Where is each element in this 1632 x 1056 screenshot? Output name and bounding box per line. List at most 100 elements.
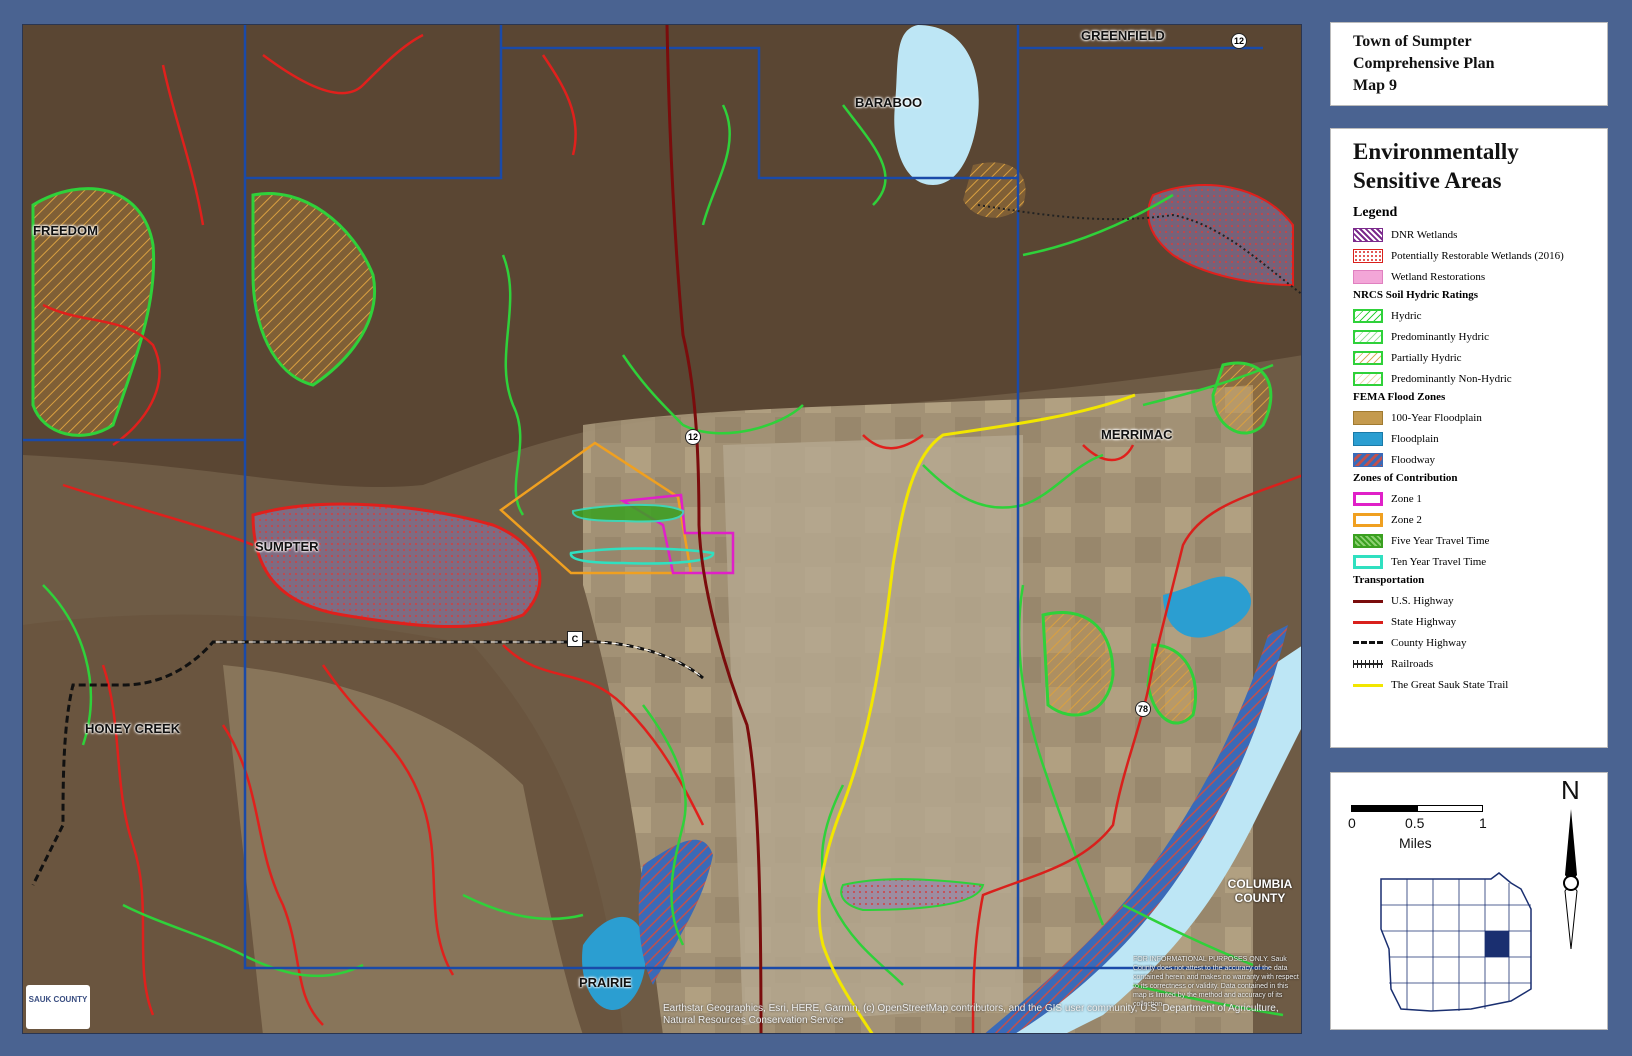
legend-item-railroads: Railroads <box>1353 653 1607 674</box>
north-arrow-icon <box>1563 809 1579 949</box>
legend-label: The Great Sauk State Trail <box>1391 678 1509 691</box>
locator-map <box>1380 872 1532 1012</box>
legend-label: Predominantly Hydric <box>1391 330 1490 343</box>
legend-label: Potentially Restorable Wetlands (2016) <box>1391 249 1564 262</box>
map-title-line3: Map 9 <box>1353 77 1397 94</box>
legend-item-hydric: Hydric <box>1353 305 1607 326</box>
legend-label: DNR Wetlands <box>1391 228 1458 241</box>
north-label: N <box>1561 775 1580 805</box>
hatch-merrimac-east <box>1211 361 1273 435</box>
map-canvas[interactable]: GREENFIELD BARABOO FREEDOM SUMPTER MERRI… <box>22 24 1302 1034</box>
place-label-sumpter: SUMPTER <box>255 539 319 554</box>
legend-item-100-year-floodplain: 100-Year Floodplain <box>1353 407 1607 428</box>
legend-label: County Highway <box>1391 636 1467 649</box>
hatch-baraboo-south <box>963 162 1026 218</box>
legend-group-nrcs: NRCS Soil Hydric Ratings <box>1353 289 1478 301</box>
floodplain-100-swatch <box>1353 410 1383 425</box>
route-shield-78: 78 <box>1135 701 1151 717</box>
state-highway-swatch <box>1353 615 1383 629</box>
legend-label: Wetland Restorations <box>1391 270 1486 283</box>
county-label-line1: COLUMBIA <box>1227 877 1293 891</box>
trail-swatch <box>1353 678 1383 692</box>
hydric-swatch <box>1353 308 1383 323</box>
legend-item-five-year: Five Year Travel Time <box>1353 530 1607 551</box>
ten-year-swatch <box>1353 554 1383 569</box>
predominantly-non-hydric-swatch <box>1353 371 1383 386</box>
scale-unit: Miles <box>1399 835 1432 851</box>
wetland-restoration-swatch <box>1353 269 1383 284</box>
sumpter-highlight <box>1485 931 1509 957</box>
map-title-line1: Town of Sumpter <box>1353 33 1472 50</box>
scale-bar <box>1351 805 1483 812</box>
scale-label-1: 1 <box>1479 815 1487 831</box>
route-shield-12-north: 12 <box>1231 33 1247 49</box>
legend-item-partially-hydric: Partially Hydric <box>1353 347 1607 368</box>
legend-item-ten-year: Ten Year Travel Time <box>1353 551 1607 572</box>
legend-item-dnr-wetlands: DNR Wetlands <box>1353 224 1607 245</box>
five-year-travel <box>572 503 685 523</box>
legend-label: Railroads <box>1391 657 1434 670</box>
legend-label: Hydric <box>1391 309 1422 322</box>
legend-label: Floodway <box>1391 453 1435 466</box>
scale-label-half: 0.5 <box>1405 815 1425 831</box>
legend-item-great-sauk-trail: The Great Sauk State Trail <box>1353 674 1607 695</box>
legend-label: U.S. Highway <box>1391 594 1454 607</box>
predominantly-hydric-swatch <box>1353 329 1383 344</box>
legend-item-floodway: Floodway <box>1353 449 1607 470</box>
place-label-greenfield: GREENFIELD <box>1081 28 1165 43</box>
floodway-swatch <box>1353 452 1383 467</box>
map-graphics <box>23 25 1301 1033</box>
partially-hydric-swatch <box>1353 350 1383 365</box>
legend-label: State Highway <box>1391 615 1457 628</box>
zone2-swatch <box>1353 512 1383 527</box>
legend-item-us-highway: U.S. Highway <box>1353 590 1607 611</box>
place-label-prairie: PRAIRIE <box>579 975 632 990</box>
scale-label-0: 0 <box>1348 815 1356 831</box>
legend-heading-line1: Environmentally <box>1353 139 1519 164</box>
floodplain-swatch <box>1353 431 1383 446</box>
legend-label: Partially Hydric <box>1391 351 1462 364</box>
county-label-line2: COUNTY <box>1234 891 1286 905</box>
dnr-wetland-swatch <box>1353 227 1383 242</box>
legend-item-wetland-restorations: Wetland Restorations <box>1353 266 1607 287</box>
place-label-honey-creek: HONEY CREEK <box>85 721 181 736</box>
restorable-wetland-swatch <box>1353 248 1383 263</box>
legend-group-zones: Zones of Contribution <box>1353 472 1458 484</box>
legend-label: Floodplain <box>1391 432 1439 445</box>
five-year-swatch <box>1353 533 1383 548</box>
route-shield-c: C <box>567 631 583 647</box>
map-title-line2: Comprehensive Plan <box>1353 55 1495 72</box>
legend-item-floodplain: Floodplain <box>1353 428 1607 449</box>
legend-item-zone-2: Zone 2 <box>1353 509 1607 530</box>
place-label-freedom: FREEDOM <box>33 223 98 238</box>
legend-item-state-highway: State Highway <box>1353 611 1607 632</box>
legend-label: Zone 2 <box>1391 513 1422 526</box>
legend-item-predominantly-hydric: Predominantly Hydric <box>1353 326 1607 347</box>
legend-group-fema: FEMA Flood Zones <box>1353 391 1446 403</box>
legend-label: Ten Year Travel Time <box>1391 555 1487 568</box>
place-label-baraboo: BARABOO <box>855 95 923 110</box>
legend-heading-line2: Sensitive Areas <box>1353 168 1502 193</box>
legend-panel: Environmentally Sensitive Areas Legend D… <box>1330 128 1608 748</box>
zone1-swatch <box>1353 491 1383 506</box>
legend-item-predominantly-non-hydric: Predominantly Non-Hydric <box>1353 368 1607 389</box>
map-attribution: Earthstar Geographics, Esri, HERE, Garmi… <box>663 1003 1279 1026</box>
legend-heading: Environmentally Sensitive Areas <box>1353 137 1607 195</box>
us-highway-swatch <box>1353 594 1383 608</box>
legend-label: Five Year Travel Time <box>1391 534 1490 547</box>
sauk-county-logo: SAUK COUNTY <box>26 985 90 1029</box>
place-label-merrimac: MERRIMAC <box>1101 427 1173 442</box>
railroad-swatch <box>1353 657 1383 671</box>
county-highway-swatch <box>1353 636 1383 650</box>
legend-label: Predominantly Non-Hydric <box>1391 372 1512 385</box>
legend-label: 100-Year Floodplain <box>1391 411 1482 424</box>
legend-item-county-highway: County Highway <box>1353 632 1607 653</box>
title-panel: Town of Sumpter Comprehensive Plan Map 9 <box>1330 22 1608 106</box>
legend-label: Zone 1 <box>1391 492 1422 505</box>
logo-text: SAUK COUNTY <box>28 995 88 1004</box>
legend-item-restorable-wetlands: Potentially Restorable Wetlands (2016) <box>1353 245 1607 266</box>
columbia-county-label: COLUMBIA COUNTY <box>1215 877 1301 905</box>
inset-panel: 0 0.5 1 Miles N <box>1330 772 1608 1030</box>
legend-subheading: Legend <box>1353 205 1398 220</box>
route-shield-12: 12 <box>685 429 701 445</box>
